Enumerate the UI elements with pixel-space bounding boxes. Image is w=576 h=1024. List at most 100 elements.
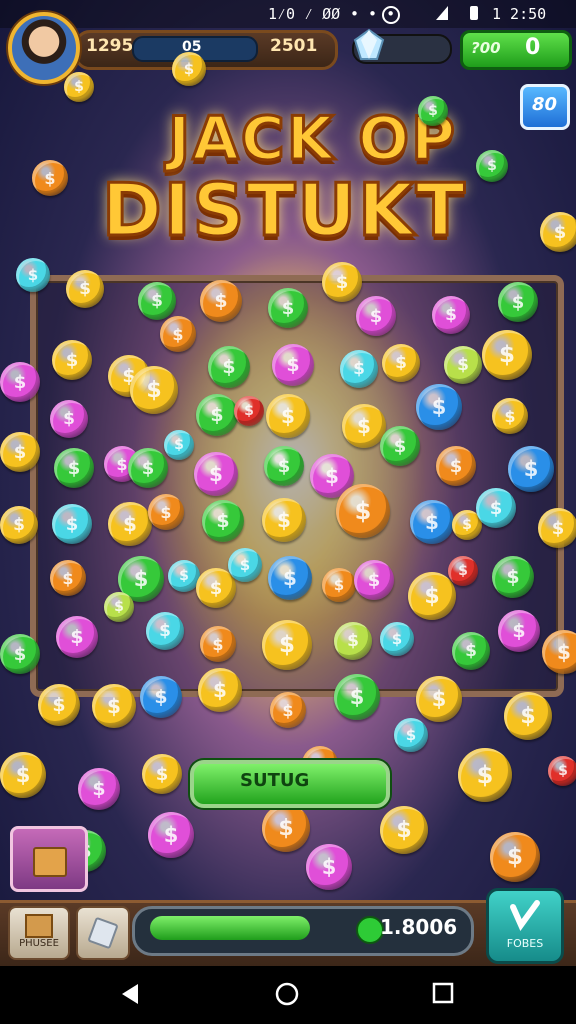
coin: $ xyxy=(548,756,576,786)
crate-icon xyxy=(25,914,53,938)
boost-button[interactable]: FOBES xyxy=(486,888,564,964)
coin: $ xyxy=(262,620,312,670)
coin: $ xyxy=(394,718,428,752)
coin: $ xyxy=(268,556,312,600)
coin: $ xyxy=(148,494,184,530)
coin: $ xyxy=(200,626,236,662)
coin: $ xyxy=(354,560,394,600)
coin: $ xyxy=(306,844,352,890)
home-icon[interactable] xyxy=(275,982,299,1006)
coin: $ xyxy=(356,296,396,336)
coin: $ xyxy=(38,684,80,726)
coin: $ xyxy=(490,832,540,882)
coin: $ xyxy=(0,432,40,472)
coin: $ xyxy=(432,296,470,334)
coin: $ xyxy=(322,568,356,602)
coin: $ xyxy=(228,548,262,582)
coin: $ xyxy=(508,446,554,492)
coin: $ xyxy=(266,394,310,438)
coin: $ xyxy=(270,692,306,728)
coin: $ xyxy=(476,150,508,182)
coin: $ xyxy=(196,394,238,436)
back-icon[interactable] xyxy=(120,982,142,1006)
coin: $ xyxy=(208,346,250,388)
coin: $ xyxy=(448,556,478,586)
chest-icon[interactable] xyxy=(10,826,88,892)
coin: $ xyxy=(264,446,304,486)
coin: $ xyxy=(410,500,454,544)
coin: $ xyxy=(64,72,94,102)
coin: $ xyxy=(200,280,242,322)
coin: $ xyxy=(66,270,104,308)
coin: $ xyxy=(146,612,184,650)
progress-value: 1.8006 xyxy=(380,915,458,939)
coin: $ xyxy=(416,384,462,430)
coin: $ xyxy=(198,668,242,712)
tool-button[interactable] xyxy=(76,906,130,960)
coin: $ xyxy=(138,282,176,320)
coin: $ xyxy=(108,502,152,546)
coin: $ xyxy=(452,632,490,670)
coin: $ xyxy=(142,754,182,794)
coin: $ xyxy=(408,572,456,620)
coin: $ xyxy=(380,806,428,854)
coin: $ xyxy=(234,396,264,426)
coin: $ xyxy=(0,362,40,402)
coin: $ xyxy=(16,258,50,292)
coin: $ xyxy=(32,160,68,196)
coin: $ xyxy=(492,556,534,598)
coin: $ xyxy=(492,398,528,434)
coin: $ xyxy=(92,684,136,728)
coin: $ xyxy=(380,426,420,466)
coin: $ xyxy=(334,622,372,660)
coin: $ xyxy=(0,752,46,798)
coin: $ xyxy=(52,340,92,380)
coin: $ xyxy=(104,592,134,622)
coin: $ xyxy=(498,282,538,322)
coin: $ xyxy=(336,484,390,538)
coin: $ xyxy=(202,500,244,542)
tool-icon xyxy=(87,916,119,950)
coin: $ xyxy=(194,452,238,496)
crate-button-label: PHUSEE xyxy=(19,938,59,949)
coin: $ xyxy=(262,498,306,542)
coin: $ xyxy=(542,630,576,674)
coin: $ xyxy=(380,622,414,656)
coin: $ xyxy=(340,350,378,388)
coin: $ xyxy=(458,748,512,802)
coin: $ xyxy=(418,96,448,126)
coin: $ xyxy=(444,346,482,384)
spin-button-label: SUTUG xyxy=(240,770,310,791)
coin: $ xyxy=(476,488,516,528)
progress-fill xyxy=(150,916,310,940)
coin: $ xyxy=(504,692,552,740)
coin: $ xyxy=(334,674,380,720)
coin: $ xyxy=(498,610,540,652)
coin: $ xyxy=(436,446,476,486)
coin: $ xyxy=(482,330,532,380)
coin: $ xyxy=(128,448,168,488)
coin: $ xyxy=(382,344,420,382)
recents-icon[interactable] xyxy=(432,982,454,1004)
coin: $ xyxy=(52,504,92,544)
coin: $ xyxy=(322,262,362,302)
boost-button-label: FOBES xyxy=(506,937,544,950)
coin: $ xyxy=(0,634,40,674)
coin: $ xyxy=(54,448,94,488)
coin: $ xyxy=(140,676,182,718)
coin: $ xyxy=(164,430,194,460)
boost-icon xyxy=(510,900,540,931)
coin: $ xyxy=(50,560,86,596)
coin: $ xyxy=(160,316,196,352)
coin: $ xyxy=(268,288,308,328)
coin: $ xyxy=(416,676,462,722)
coin: $ xyxy=(148,812,194,858)
coin: $ xyxy=(50,400,88,438)
spin-button[interactable]: SUTUG xyxy=(190,760,390,808)
coin: $ xyxy=(538,508,576,548)
coin: $ xyxy=(272,344,314,386)
coin: $ xyxy=(172,52,206,86)
crate-button[interactable]: PHUSEE xyxy=(8,906,70,960)
coin: $ xyxy=(540,212,576,252)
coin: $ xyxy=(262,804,310,852)
